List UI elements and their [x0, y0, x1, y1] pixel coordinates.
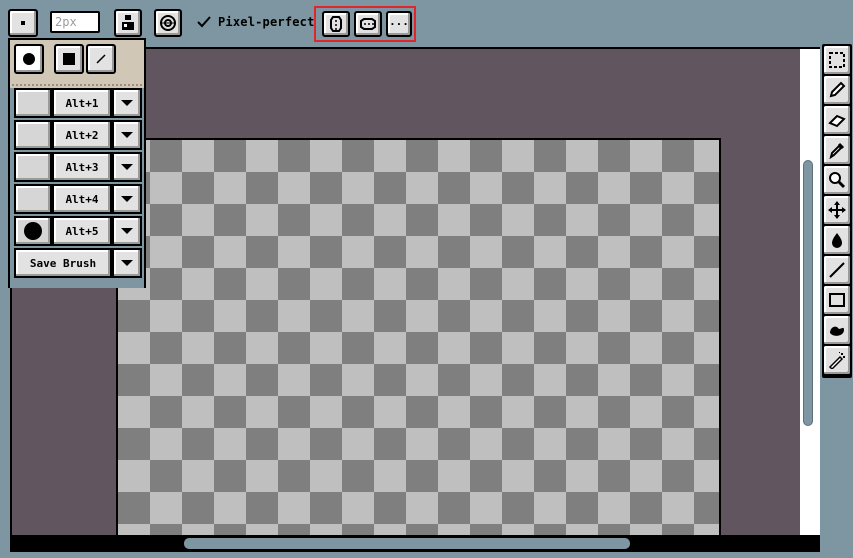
brush-slot: Alt+3	[14, 152, 144, 184]
contour-icon	[830, 326, 844, 336]
pixel-perfect-label[interactable]: Pixel-perfect	[218, 15, 315, 29]
triangle-down-icon	[121, 100, 133, 106]
brush-slot-preview[interactable]	[14, 120, 52, 150]
triangle-down-icon	[121, 260, 133, 266]
brush-slot-menu-button[interactable]	[112, 216, 142, 246]
brush-slot-preview[interactable]	[14, 88, 52, 118]
line-tool[interactable]	[824, 256, 850, 284]
square-dot-icon	[21, 21, 25, 25]
ink-bottle-icon	[122, 15, 134, 30]
pencil-icon	[829, 81, 846, 98]
rectangle-tool[interactable]	[824, 286, 850, 314]
spray-icon	[828, 352, 845, 369]
square-brush-button[interactable]	[54, 44, 84, 74]
eyedropper-icon	[829, 142, 845, 159]
brush-slot-menu-button[interactable]	[112, 88, 142, 118]
brush-slot-menu-button[interactable]	[112, 184, 142, 214]
separator	[12, 84, 142, 86]
vertical-scrollbar-thumb[interactable]	[803, 160, 813, 426]
brush-slot: Alt+5	[14, 216, 144, 248]
brush-slot-shortcut[interactable]: Alt+1	[52, 88, 112, 118]
brush-slot-shortcut[interactable]: Alt+2	[52, 120, 112, 150]
save-brush-button[interactable]: Save Brush	[14, 248, 112, 278]
circle-brush-icon	[24, 222, 42, 240]
line-icon	[829, 262, 845, 278]
eyedropper-tool[interactable]	[824, 136, 850, 164]
line-brush-button[interactable]	[86, 44, 116, 74]
rectangular-marquee-tool[interactable]	[824, 46, 850, 74]
brush-slot: Alt+2	[14, 120, 144, 152]
brush-slot-menu-button[interactable]	[112, 152, 142, 182]
rectangle-icon	[829, 293, 845, 307]
brush-slot-shortcut[interactable]: Alt+4	[52, 184, 112, 214]
horizontal-scrollbar-thumb[interactable]	[184, 538, 630, 549]
eraser-icon	[828, 114, 846, 128]
brush-type-button[interactable]	[8, 9, 38, 37]
more-label: ...	[389, 15, 409, 28]
vertical-symmetry-icon	[330, 16, 342, 32]
brush-popup: Alt+1 Alt+2 Alt+3 Alt+4 Alt+5 Save Brush	[8, 38, 146, 288]
selection-highlight-group: ...	[314, 6, 416, 42]
circle-brush-button[interactable]	[14, 44, 44, 74]
triangle-down-icon	[121, 132, 133, 138]
move-icon	[828, 201, 846, 219]
brush-shape-row	[10, 40, 144, 82]
ink-button[interactable]	[114, 9, 142, 37]
triangle-down-icon	[121, 228, 133, 234]
more-options-button[interactable]: ...	[386, 11, 412, 37]
brush-slot-menu-button[interactable]	[112, 120, 142, 150]
target-icon	[160, 15, 176, 31]
brush-slot-shortcut[interactable]: Alt+3	[52, 152, 112, 182]
brush-slot: Alt+4	[14, 184, 144, 216]
line-brush-icon	[96, 54, 106, 64]
save-brush-row: Save Brush	[14, 248, 144, 280]
triangle-down-icon	[121, 196, 133, 202]
save-brush-menu-button[interactable]	[112, 248, 142, 278]
spray-tool[interactable]	[824, 346, 850, 374]
brush-slot: Alt+1	[14, 88, 144, 120]
zoom-icon	[829, 172, 846, 189]
vertical-symmetry-button[interactable]	[322, 11, 350, 37]
brush-slots: Alt+1 Alt+2 Alt+3 Alt+4 Alt+5 Save Brush	[10, 88, 144, 288]
horizontal-symmetry-icon	[360, 18, 376, 30]
move-tool[interactable]	[824, 196, 850, 224]
square-brush-icon	[63, 53, 75, 65]
brush-slot-shortcut[interactable]: Alt+5	[52, 216, 112, 246]
pencil-tool[interactable]	[824, 76, 850, 104]
tool-column	[822, 44, 852, 378]
contour-tool[interactable]	[824, 316, 850, 344]
paint-bucket-icon	[832, 233, 842, 248]
checkmark-icon[interactable]	[196, 14, 212, 30]
brush-slot-preview[interactable]	[14, 216, 52, 246]
brush-size-input[interactable]	[50, 11, 100, 33]
circle-brush-icon	[23, 53, 35, 65]
brush-slot-preview[interactable]	[14, 152, 52, 182]
paint-bucket-tool[interactable]	[824, 226, 850, 254]
symmetry-button[interactable]	[154, 9, 182, 37]
canvas[interactable]	[116, 138, 721, 543]
eraser-tool[interactable]	[824, 106, 850, 134]
zoom-tool[interactable]	[824, 166, 850, 194]
rectangular-marquee-icon	[829, 52, 845, 68]
horizontal-symmetry-button[interactable]	[354, 11, 382, 37]
brush-slot-preview[interactable]	[14, 184, 52, 214]
triangle-down-icon	[121, 164, 133, 170]
